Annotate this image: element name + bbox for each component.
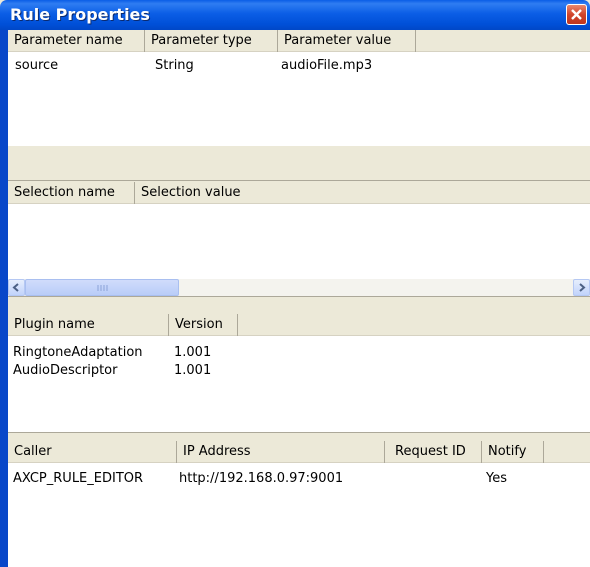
dialog-content: Parameter name Parameter type Parameter …	[8, 30, 590, 567]
column-header-selection-value[interactable]: Selection value	[135, 182, 282, 204]
column-header-plugin-name[interactable]: Plugin name	[8, 314, 169, 336]
close-icon	[571, 9, 582, 20]
plugin-name-cell: AudioDescriptor	[13, 363, 118, 378]
scroll-left-button[interactable]	[8, 279, 25, 296]
scroll-thumb[interactable]	[25, 279, 179, 296]
window-title: Rule Properties	[10, 5, 150, 24]
column-header-parameter-type[interactable]: Parameter type	[145, 30, 278, 52]
parameter-value-cell: audioFile.mp3	[281, 58, 373, 73]
caller-cell: AXCP_RULE_EDITOR	[13, 471, 144, 486]
column-header-selection-name[interactable]: Selection name	[8, 182, 135, 204]
column-header-notify[interactable]: Notify	[482, 441, 544, 463]
plugins-table: Plugin name Version RingtoneAdaptation 1…	[8, 314, 590, 432]
close-button[interactable]	[566, 4, 587, 25]
arrow-left-icon	[12, 283, 19, 292]
title-bar[interactable]: Rule Properties	[0, 0, 590, 30]
horizontal-scrollbar[interactable]	[8, 279, 590, 296]
scroll-right-button[interactable]	[573, 279, 590, 296]
column-header-parameter-value[interactable]: Parameter value	[278, 30, 416, 52]
selections-table: Selection name Selection value	[8, 182, 590, 279]
window-frame-left	[0, 30, 8, 567]
divider	[8, 296, 590, 298]
parameters-table: Parameter name Parameter type Parameter …	[8, 30, 590, 146]
rule-properties-window: Rule Properties Parameter name Parameter…	[0, 0, 590, 567]
plugin-version-cell: 1.001	[174, 363, 212, 378]
column-header-version[interactable]: Version	[169, 314, 238, 336]
divider	[8, 432, 590, 434]
arrow-right-icon	[579, 283, 586, 292]
plugin-version-cell: 1.001	[174, 345, 212, 360]
parameter-type-cell: String	[155, 58, 194, 73]
column-header-request-id[interactable]: Request ID	[385, 441, 482, 463]
grip-icon	[97, 285, 108, 291]
column-header-caller[interactable]: Caller	[8, 441, 177, 463]
column-header-parameter-name[interactable]: Parameter name	[8, 30, 145, 52]
notify-cell: Yes	[486, 471, 507, 486]
plugin-name-cell: RingtoneAdaptation	[13, 345, 143, 360]
ip-address-cell: http://192.168.0.97:9001	[179, 471, 344, 486]
parameter-name-cell: source	[15, 58, 59, 73]
column-header-ip-address[interactable]: IP Address	[177, 441, 385, 463]
callers-table: Caller IP Address Request ID Notify AXCP…	[8, 441, 590, 567]
